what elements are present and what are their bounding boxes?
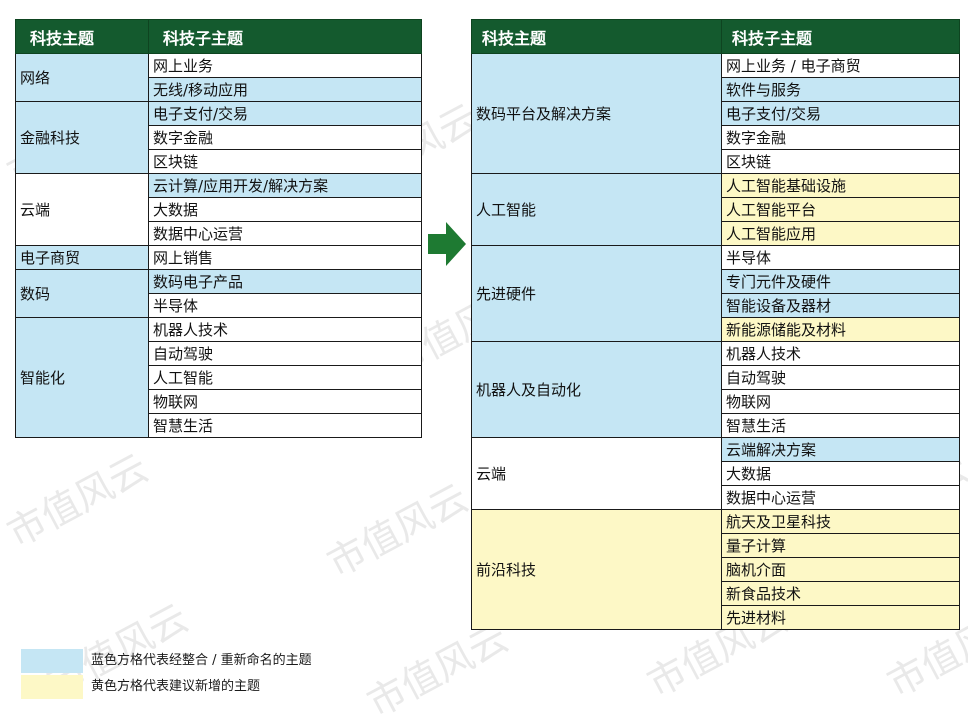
right-subtheme-cell: 自动驾驶 xyxy=(721,365,960,390)
left-subtheme-cell: 数据中心运营 xyxy=(148,221,422,246)
left-theme-cell: 数码 xyxy=(15,269,149,318)
right-subtheme-cell: 人工智能应用 xyxy=(721,221,960,246)
right-table-row: 机器人及自动化 机器人技术 xyxy=(471,341,960,438)
right-subtheme-cell: 人工智能平台 xyxy=(721,197,960,222)
right-subtheme-cell: 量子计算 xyxy=(721,533,960,558)
left-table-row: 网络 网上业务 xyxy=(15,53,422,102)
left-subtheme-cell: 云计算/应用开发/解决方案 xyxy=(148,173,422,198)
left-table-row: 金融科技 电子支付/交易 xyxy=(15,101,422,174)
legend-blue-text: 蓝色方格代表经整合 / 重新命名的主题 xyxy=(91,653,312,668)
left-subtheme-cell: 智慧生活 xyxy=(148,413,422,438)
right-subtheme-cell: 软件与服务 xyxy=(721,77,960,102)
right-subtheme-cell: 专门元件及硬件 xyxy=(721,269,960,294)
right-subtheme-cell: 物联网 xyxy=(721,389,960,414)
left-subtheme-cell: 自动驾驶 xyxy=(148,341,422,366)
right-table-row: 前沿科技 航天及卫星科技 xyxy=(471,509,960,630)
right-theme-cell: 机器人及自动化 xyxy=(471,341,722,438)
right-subtheme-cell: 半导体 xyxy=(721,245,960,270)
left-table-row: 云端 云计算/应用开发/解决方案 xyxy=(15,173,422,246)
right-subtheme-cell: 网上业务 / 电子商贸 xyxy=(721,53,960,78)
right-subtheme-cell: 新食品技术 xyxy=(721,581,960,606)
right-theme-cell: 前沿科技 xyxy=(471,509,722,630)
right-table-row: 数码平台及解决方案 网上业务 / 电子商贸 xyxy=(471,53,960,174)
right-table-row: 人工智能 人工智能基础设施 xyxy=(471,173,960,246)
left-subtheme-cell: 网上业务 xyxy=(148,53,422,78)
left-theme-cell: 智能化 xyxy=(15,317,149,438)
legend-blue-swatch xyxy=(21,649,83,673)
left-header-subtheme: 科技子主题 xyxy=(148,19,422,54)
right-table-header-row: 科技主题 科技子主题 xyxy=(471,19,960,54)
left-subtheme-cell: 人工智能 xyxy=(148,365,422,390)
left-subtheme-cell: 区块链 xyxy=(148,149,422,174)
right-theme-table: 科技主题 科技子主题 数码平台及解决方案 网上业务 / 电子商贸 软件与服务 电子支付… xyxy=(471,19,960,630)
legend-yellow-text: 黄色方格代表建议新增的主题 xyxy=(91,679,261,694)
right-subtheme-cell: 区块链 xyxy=(721,149,960,174)
right-subtheme-cell: 先进材料 xyxy=(721,605,960,630)
left-theme-cell: 网络 xyxy=(15,53,149,102)
right-subtheme-cell: 数字金融 xyxy=(721,125,960,150)
right-theme-cell: 数码平台及解决方案 xyxy=(471,53,722,174)
right-subtheme-cell: 机器人技术 xyxy=(721,341,960,366)
left-subtheme-cell: 数字金融 xyxy=(148,125,422,150)
right-theme-cell: 先进硬件 xyxy=(471,245,722,342)
right-header-subtheme: 科技子主题 xyxy=(721,19,960,54)
left-theme-cell: 电子商贸 xyxy=(15,245,149,270)
left-subtheme-cell: 无线/移动应用 xyxy=(148,77,422,102)
legend-yellow-swatch xyxy=(21,675,83,699)
right-subtheme-cell: 智慧生活 xyxy=(721,413,960,438)
right-subtheme-cell: 大数据 xyxy=(721,461,960,486)
watermark-text: 市值风云 xyxy=(320,475,476,586)
right-subtheme-cell: 电子支付/交易 xyxy=(721,101,960,126)
right-subtheme-cell: 数据中心运营 xyxy=(721,485,960,510)
left-subtheme-cell: 机器人技术 xyxy=(148,317,422,342)
left-theme-cell: 金融科技 xyxy=(15,101,149,174)
left-subtheme-cell: 电子支付/交易 xyxy=(148,101,422,126)
left-subtheme-cell: 半导体 xyxy=(148,293,422,318)
left-table-header-row: 科技主题 科技子主题 xyxy=(15,19,422,54)
right-subtheme-cell: 人工智能基础设施 xyxy=(721,173,960,198)
left-subtheme-cell: 物联网 xyxy=(148,389,422,414)
right-theme-cell: 云端 xyxy=(471,437,722,510)
left-table-row: 智能化 机器人技术 xyxy=(15,317,422,438)
right-subtheme-cell: 航天及卫星科技 xyxy=(721,509,960,534)
right-subtheme-cell: 云端解决方案 xyxy=(721,437,960,462)
right-subtheme-cell: 新能源储能及材料 xyxy=(721,317,960,342)
left-subtheme-cell: 网上销售 xyxy=(148,245,422,270)
left-header-theme: 科技主题 xyxy=(15,19,149,54)
right-table-row: 先进硬件 半导体 xyxy=(471,245,960,342)
right-table-row: 云端 云端解决方案 xyxy=(471,437,960,510)
arrow-right-icon xyxy=(428,222,466,266)
left-subtheme-cell: 大数据 xyxy=(148,197,422,222)
right-subtheme-cell: 脑机介面 xyxy=(721,557,960,582)
watermark-text: 市值风云 xyxy=(0,445,156,556)
left-subtheme-cell: 数码电子产品 xyxy=(148,269,422,294)
left-theme-table: 科技主题 科技子主题 网络 网上业务 无线/移动应用 金融科技 电子支付/交易 数字金融区… xyxy=(15,19,422,438)
left-table-row: 数码 数码电子产品 xyxy=(15,269,422,318)
left-table-row: 电子商贸 网上销售 xyxy=(15,245,422,270)
left-theme-cell: 云端 xyxy=(15,173,149,246)
right-subtheme-cell: 智能设备及器材 xyxy=(721,293,960,318)
right-theme-cell: 人工智能 xyxy=(471,173,722,246)
right-header-theme: 科技主题 xyxy=(471,19,722,54)
